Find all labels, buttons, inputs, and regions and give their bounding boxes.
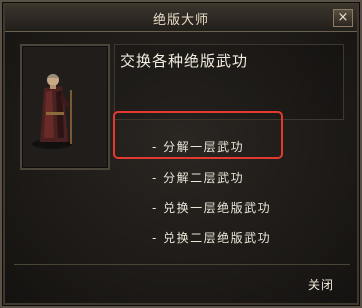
- npc-master-portrait-icon: [32, 74, 72, 149]
- dialog-description: 交换各种绝版武功: [120, 52, 249, 70]
- option-exchange-level-1[interactable]: - 兑换一层绝版武功: [152, 199, 271, 216]
- close-button[interactable]: 关闭: [308, 276, 334, 293]
- selection-highlight: [113, 111, 283, 159]
- option-exchange-level-2[interactable]: - 兑换二层绝版武功: [152, 229, 271, 246]
- divider: [14, 264, 350, 265]
- dialog-title: 绝版大师: [152, 12, 209, 28]
- title-bar[interactable]: 绝版大师 ×: [5, 5, 357, 32]
- npc-portrait: [20, 44, 110, 170]
- option-decompose-level-2[interactable]: - 分解二层武功: [152, 169, 244, 186]
- close-icon[interactable]: ×: [333, 9, 353, 27]
- npc-dialog-window: 绝版大师 × 交换各种绝版武功 - 分解一层武功 - 分解二层武功 - 兑换一层…: [0, 0, 362, 308]
